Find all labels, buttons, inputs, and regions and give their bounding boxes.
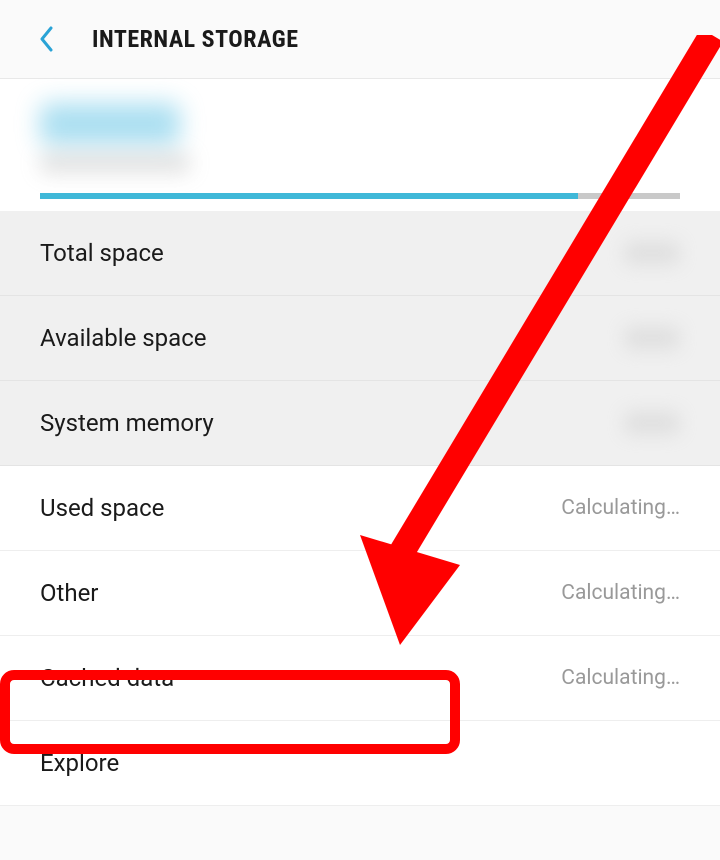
storage-summary	[0, 79, 720, 211]
storage-list: Total space Available space System memor…	[0, 211, 720, 806]
list-item-system-memory[interactable]: System memory	[0, 381, 720, 466]
item-value: Calculating…	[561, 581, 680, 605]
item-label: System memory	[40, 409, 214, 437]
item-label: Available space	[40, 324, 207, 352]
list-item-total-space[interactable]: Total space	[0, 211, 720, 296]
item-value	[624, 411, 680, 435]
item-value: Calculating…	[561, 666, 680, 690]
item-value	[624, 241, 680, 265]
item-label: Used space	[40, 494, 164, 522]
storage-progress-fill	[40, 193, 578, 199]
storage-total-label	[40, 153, 190, 173]
app-header: INTERNAL STORAGE	[0, 0, 720, 79]
item-value	[624, 326, 680, 350]
item-label: Explore	[40, 749, 119, 777]
back-icon[interactable]	[36, 24, 56, 54]
page-title: INTERNAL STORAGE	[92, 25, 298, 53]
list-item-explore[interactable]: Explore	[0, 721, 720, 806]
list-item-available-space[interactable]: Available space	[0, 296, 720, 381]
item-value: Calculating…	[561, 496, 680, 520]
storage-progress-bar	[40, 193, 680, 199]
list-item-cached-data[interactable]: Cached data Calculating…	[0, 636, 720, 721]
item-label: Cached data	[40, 664, 174, 692]
list-item-used-space[interactable]: Used space Calculating…	[0, 466, 720, 551]
item-label: Other	[40, 579, 98, 607]
list-item-other[interactable]: Other Calculating…	[0, 551, 720, 636]
item-label: Total space	[40, 239, 164, 267]
storage-used-label	[40, 103, 180, 145]
